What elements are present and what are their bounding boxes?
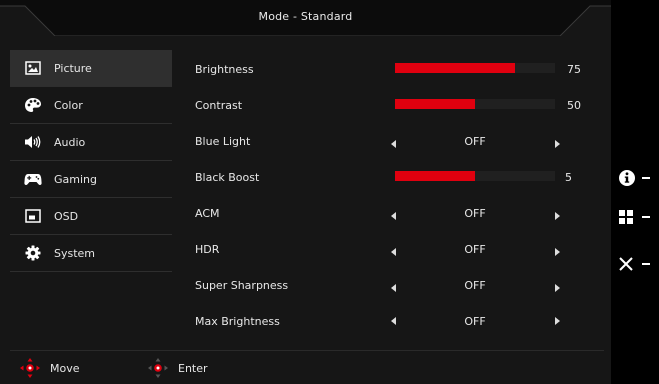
move-hint: Move <box>18 356 80 380</box>
sidebar-item-label: OSD <box>54 209 79 223</box>
max-brightness-right-arrow-icon[interactable] <box>555 317 560 325</box>
sidebar-item-label: System <box>54 246 96 260</box>
blue-light-value: OFF <box>464 135 486 148</box>
modes-key-dash <box>642 216 650 218</box>
sidebar-item-label: Audio <box>54 135 86 149</box>
info-key-dash <box>642 177 650 179</box>
sidebar-item-gaming[interactable]: Gaming <box>10 161 172 198</box>
acm-label: ACM <box>195 207 220 220</box>
hdr-label: HDR <box>195 243 220 256</box>
black-boost-value: 5 <box>565 171 572 184</box>
hdr-row[interactable]: HDR OFF <box>195 240 595 260</box>
hdr-right-arrow-icon[interactable] <box>555 248 560 256</box>
acm-value: OFF <box>464 207 486 220</box>
enter-hint: Enter <box>146 356 208 380</box>
gamepad-icon <box>24 170 42 188</box>
brightness-slider-fill <box>395 63 515 73</box>
sidebar-item-label: Picture <box>54 61 92 75</box>
title-bar: Mode - Standard <box>0 0 611 36</box>
sidebar-item-picture[interactable]: Picture <box>10 50 172 87</box>
black-boost-label: Black Boost <box>195 171 260 184</box>
super-sharpness-label: Super Sharpness <box>195 279 289 292</box>
black-boost-row[interactable]: Black Boost 5 <box>195 168 595 188</box>
acm-right-arrow-icon[interactable] <box>555 212 560 220</box>
footer-divider <box>10 350 604 351</box>
contrast-label: Contrast <box>195 99 243 112</box>
max-brightness-label: Max Brightness <box>195 315 280 328</box>
blue-light-row[interactable]: Blue Light OFF <box>195 132 595 152</box>
page-title: Mode - Standard <box>258 10 353 23</box>
brightness-row[interactable]: Brightness 75 <box>195 60 595 80</box>
footer: Move Enter <box>0 356 611 380</box>
sidebar-item-color[interactable]: Color <box>10 87 172 124</box>
info-icon <box>619 170 635 186</box>
sidebar-item-label: Color <box>54 98 83 112</box>
sidebar-item-audio[interactable]: Audio <box>10 124 172 161</box>
super-sharpness-right-arrow-icon[interactable] <box>555 284 560 292</box>
super-sharpness-value: OFF <box>464 279 486 292</box>
blue-light-label: Blue Light <box>195 135 251 148</box>
contrast-slider[interactable] <box>395 99 555 109</box>
sidebar-item-system[interactable]: System <box>10 235 172 272</box>
osd-icon <box>24 207 42 225</box>
speaker-icon <box>24 133 42 151</box>
enter-label: Enter <box>178 361 208 375</box>
hdr-value: OFF <box>464 243 486 256</box>
brightness-label: Brightness <box>195 63 254 76</box>
close-key[interactable] <box>618 254 659 274</box>
contrast-row[interactable]: Contrast 50 <box>195 96 595 116</box>
brightness-slider[interactable] <box>395 63 555 73</box>
joystick-move-icon <box>20 358 40 378</box>
osd-menu: Mode - Standard Picture Color Audio Gami… <box>0 0 611 384</box>
grid-icon <box>619 210 633 224</box>
black-boost-slider-fill <box>395 171 475 181</box>
max-brightness-value: OFF <box>464 315 486 328</box>
joystick-enter-icon <box>148 358 168 378</box>
contrast-value: 50 <box>567 99 581 112</box>
move-label: Move <box>50 361 80 375</box>
modes-key[interactable] <box>618 207 659 227</box>
super-sharpness-row[interactable]: Super Sharpness OFF <box>195 276 595 296</box>
contrast-slider-fill <box>395 99 475 109</box>
gear-icon <box>24 244 42 262</box>
sidebar-item-label: Gaming <box>54 172 97 186</box>
black-boost-slider[interactable] <box>395 171 555 181</box>
info-key[interactable] <box>618 168 659 188</box>
picture-icon <box>24 59 42 77</box>
close-key-dash <box>642 263 650 265</box>
acm-row[interactable]: ACM OFF <box>195 204 595 224</box>
close-icon <box>619 257 633 271</box>
blue-light-right-arrow-icon[interactable] <box>555 140 560 148</box>
sidebar-item-osd[interactable]: OSD <box>10 198 172 235</box>
brightness-value: 75 <box>567 63 581 76</box>
max-brightness-row[interactable]: Max Brightness OFF <box>195 312 595 332</box>
sidebar: Picture Color Audio Gaming OSD System <box>10 50 172 272</box>
hotkey-bar <box>618 0 659 384</box>
palette-icon <box>24 96 42 114</box>
